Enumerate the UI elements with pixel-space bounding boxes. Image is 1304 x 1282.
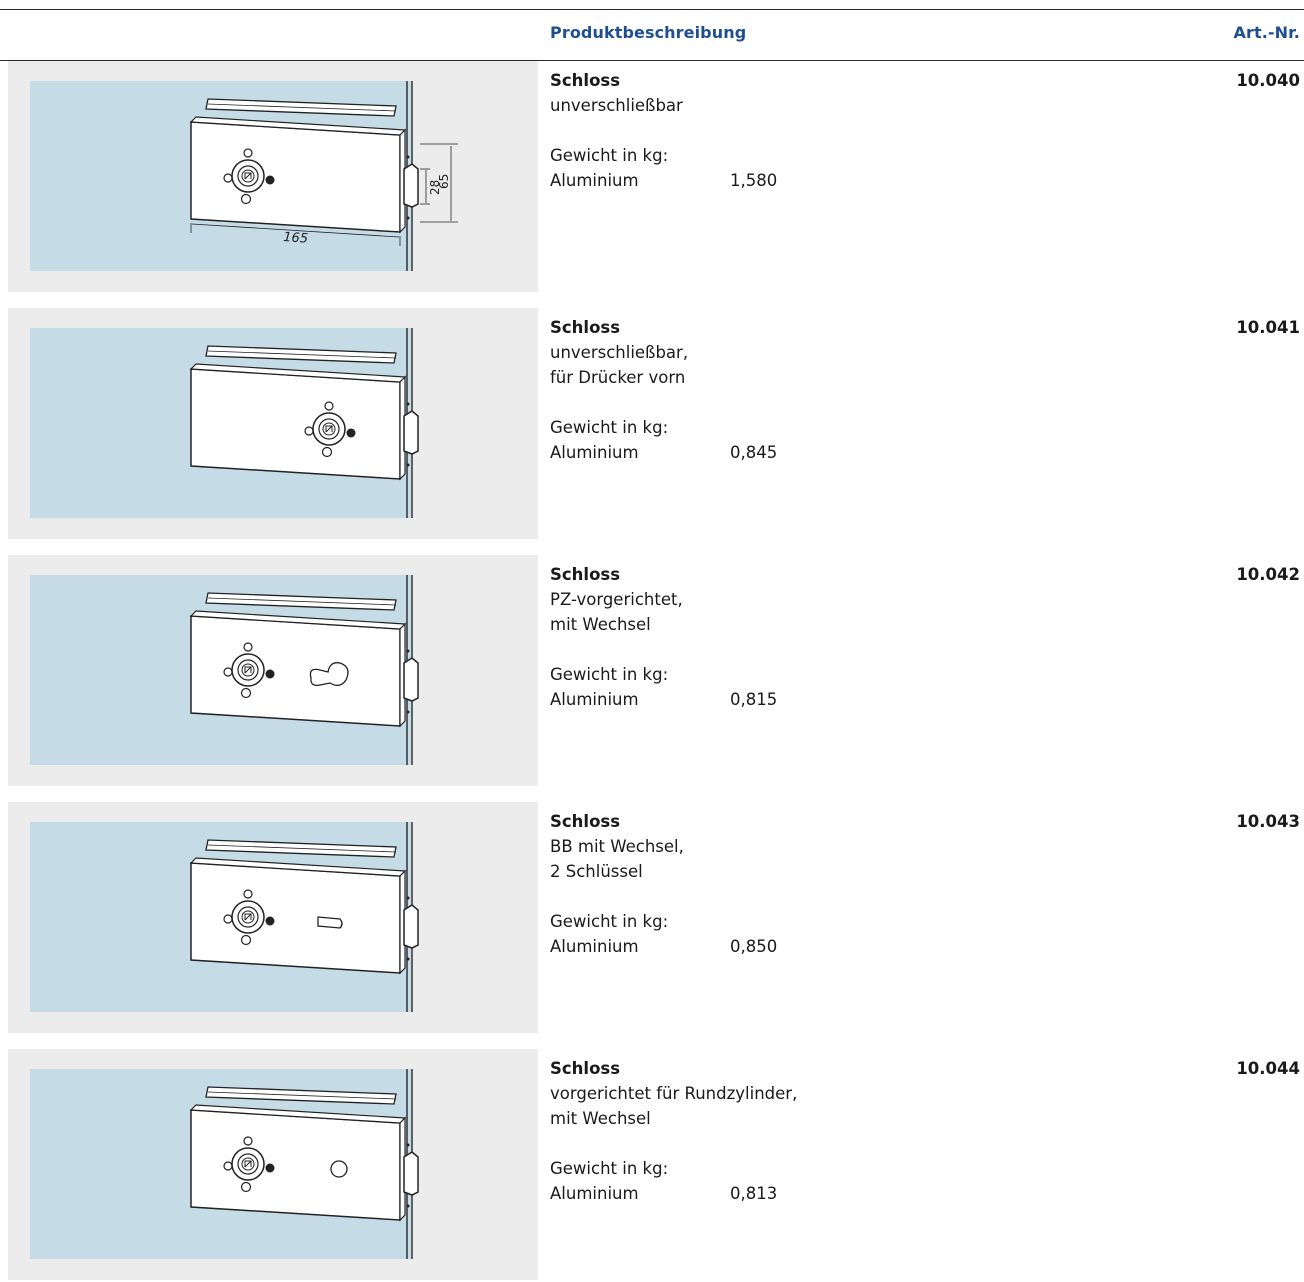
product-description: Schloss BB mit Wechsel, 2 Schlüssel Gewi… — [550, 809, 777, 959]
weight-value: 1,580 — [730, 171, 778, 190]
latch-bolt — [403, 904, 419, 949]
latch-bolt — [403, 657, 419, 702]
lock-body — [190, 615, 401, 727]
product-drawing — [8, 802, 538, 1033]
lock-drawing-svg — [30, 575, 419, 765]
product-line: für Drücker vorn — [550, 368, 686, 387]
product-title: Schloss — [550, 318, 621, 337]
article-number: 10.042 — [1236, 565, 1300, 584]
lock-drawing-svg: 1652865 — [30, 81, 458, 271]
lock-body — [190, 1109, 401, 1221]
dimension-outer: 65 — [437, 174, 451, 189]
dimension-width: 165 — [283, 230, 309, 247]
product-title: Schloss — [550, 565, 621, 584]
material: Aluminium — [550, 937, 639, 956]
product-title: Schloss — [550, 71, 621, 90]
lock-body — [190, 121, 401, 233]
product-line: unverschließbar — [550, 96, 683, 115]
article-number: 10.044 — [1236, 1059, 1300, 1078]
lock-drawing-svg — [30, 328, 419, 518]
product-line: 2 Schlüssel — [550, 862, 643, 881]
latch-bolt — [403, 1151, 419, 1196]
column-header-description: Produktbeschreibung — [550, 23, 747, 42]
product-description: Schloss PZ-vorgerichtet, mit Wechsel Gew… — [550, 562, 777, 712]
latch-bolt — [403, 163, 419, 208]
latch-bolt — [403, 410, 419, 455]
material: Aluminium — [550, 443, 639, 462]
product-drawing: 165 28 65 — [8, 61, 538, 292]
lock-drawing-svg — [30, 1069, 419, 1259]
product-title: Schloss — [550, 1059, 621, 1078]
weight-label: Gewicht in kg: — [550, 665, 669, 684]
product-line: PZ-vorgerichtet, — [550, 590, 683, 609]
weight-label: Gewicht in kg: — [550, 912, 669, 931]
product-line: unverschließbar, — [550, 343, 689, 362]
round-cylinder-hole — [330, 1160, 348, 1178]
product-title: Schloss — [550, 812, 621, 831]
weight-value: 0,845 — [730, 443, 778, 462]
product-description: Schloss unverschließbar, für Drücker vor… — [550, 315, 777, 465]
article-number: 10.043 — [1236, 812, 1300, 831]
weight-label: Gewicht in kg: — [550, 1159, 669, 1178]
product-drawing — [8, 308, 538, 539]
article-number: 10.040 — [1236, 71, 1300, 90]
weight-value: 0,815 — [730, 690, 778, 709]
product-drawing — [8, 555, 538, 786]
material: Aluminium — [550, 171, 639, 190]
material: Aluminium — [550, 690, 639, 709]
product-description: Schloss vorgerichtet für Rundzylinder, m… — [550, 1056, 797, 1206]
product-line: BB mit Wechsel, — [550, 837, 684, 856]
article-number: 10.041 — [1236, 318, 1300, 337]
weight-value: 0,813 — [730, 1184, 778, 1203]
weight-value: 0,850 — [730, 937, 778, 956]
material: Aluminium — [550, 1184, 639, 1203]
product-description: Schloss unverschließbar Gewicht in kg: A… — [550, 68, 777, 193]
lock-body — [190, 862, 401, 974]
lock-body — [190, 368, 401, 480]
keyhole-slot — [317, 916, 343, 929]
product-line: mit Wechsel — [550, 615, 651, 634]
product-drawing — [8, 1049, 538, 1280]
top-rule — [0, 9, 1304, 10]
weight-label: Gewicht in kg: — [550, 418, 669, 437]
lock-drawing-svg — [30, 822, 419, 1012]
column-header-article-number: Art.-Nr. — [1233, 23, 1300, 42]
product-line: vorgerichtet für Rundzylinder, — [550, 1084, 798, 1103]
product-line: mit Wechsel — [550, 1109, 651, 1128]
weight-label: Gewicht in kg: — [550, 146, 669, 165]
